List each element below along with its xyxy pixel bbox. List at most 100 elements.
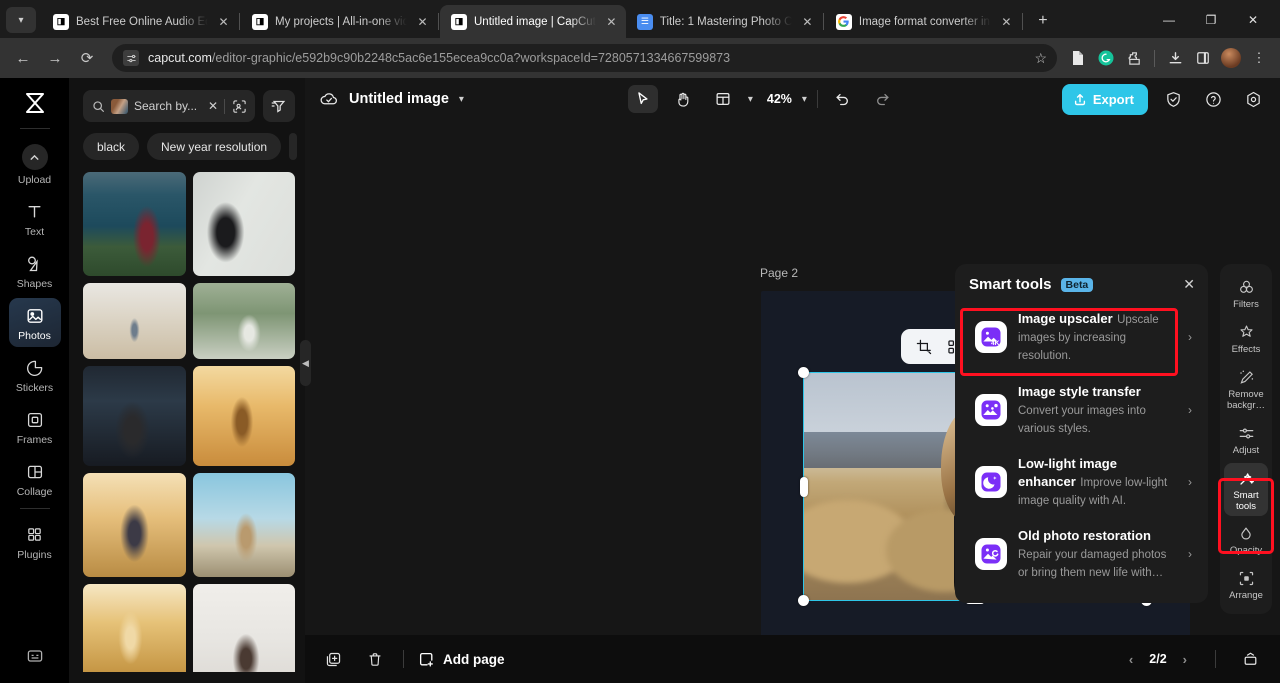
export-button[interactable]: Export [1061, 83, 1149, 115]
list-item[interactable] [192, 584, 295, 672]
chevron-right-icon[interactable]: › [1188, 475, 1192, 489]
close-icon[interactable]: ✕ [799, 13, 816, 30]
panel-collapse-handle[interactable]: ◀ [300, 340, 311, 386]
smart-tool-image-upscaler[interactable]: 4K Image upscaler Upscale images by incr… [969, 301, 1198, 374]
search-input[interactable]: Search by... ✕ [83, 90, 255, 122]
right-rail-item-filters[interactable]: Filters [1224, 272, 1268, 315]
add-page-button[interactable]: Add page [418, 651, 505, 668]
page-icon[interactable] [1065, 45, 1091, 71]
list-item[interactable] [192, 172, 295, 276]
right-rail-item-opacity[interactable]: Opacity [1224, 518, 1268, 561]
avatar[interactable] [1218, 45, 1244, 71]
settings-gear-icon[interactable] [1238, 85, 1268, 113]
extension-puzzle-icon[interactable] [1121, 45, 1147, 71]
list-item[interactable] [83, 172, 186, 276]
right-rail-item-remove-background[interactable]: Remove backgr… [1224, 362, 1268, 416]
duplicate-page-icon[interactable] [319, 645, 347, 673]
shield-check-icon[interactable] [1158, 85, 1188, 113]
close-icon[interactable]: ✕ [1183, 276, 1198, 293]
left-tool-rail: Upload Text Shapes Photos Stickers Frame… [0, 78, 69, 683]
close-icon[interactable]: ✕ [998, 13, 1015, 30]
sidebar-item-collage[interactable]: Collage [9, 454, 61, 503]
layout-tool-button[interactable] [708, 85, 738, 113]
chip-black[interactable]: black [83, 133, 140, 160]
chevron-down-icon[interactable]: ▾ [748, 94, 753, 105]
sidepanel-icon[interactable] [1190, 45, 1216, 71]
close-icon[interactable]: ✕ [414, 13, 431, 30]
remove-background-icon [1238, 368, 1255, 387]
star-icon[interactable]: ☆ [1026, 50, 1047, 67]
smart-tool-image-style-transfer[interactable]: Image style transfer Convert your images… [969, 374, 1198, 446]
kebab-menu-icon[interactable]: ⋮ [1246, 45, 1272, 71]
window-close-button[interactable]: ✕ [1232, 5, 1274, 35]
hand-tool-button[interactable] [668, 85, 698, 113]
reload-icon[interactable]: ⟳ [72, 43, 102, 73]
tab-list-menu-button[interactable]: ▾ [6, 7, 36, 33]
download-icon[interactable] [1162, 45, 1188, 71]
help-question-icon[interactable] [1198, 85, 1228, 113]
chevron-right-icon[interactable]: › [1188, 547, 1192, 561]
browser-tab-2[interactable]: ◨ My projects | All-in-one vide ✕ [241, 5, 437, 38]
window-minimize-button[interactable]: — [1148, 5, 1190, 35]
sidebar-item-frames[interactable]: Frames [9, 402, 61, 451]
sidebar-item-text[interactable]: Text [9, 194, 61, 243]
forward-icon[interactable]: → [40, 43, 70, 73]
browser-tab-1[interactable]: ◨ Best Free Online Audio Edito ✕ [42, 5, 238, 38]
capcut-icon: ◨ [252, 13, 268, 30]
canvas-area[interactable]: Page 2 ⋯ [305, 120, 1280, 635]
sidebar-item-upload[interactable]: Upload [9, 137, 61, 191]
sidebar-item-shapes[interactable]: Shapes [9, 246, 61, 295]
list-item[interactable] [83, 584, 186, 672]
redo-icon[interactable] [868, 85, 898, 113]
pages-panel-icon[interactable] [1236, 645, 1264, 673]
filter-icon[interactable] [263, 90, 295, 122]
tab-title: Image format converter in c [858, 15, 991, 28]
right-rail-item-effects[interactable]: Effects [1224, 317, 1268, 360]
chevron-right-icon[interactable]: › [1188, 403, 1192, 417]
smart-tool-description: Repair your damaged photos or bring them… [1018, 549, 1167, 580]
right-rail-item-arrange[interactable]: Arrange [1224, 563, 1268, 606]
window-maximize-button[interactable]: ❐ [1190, 5, 1232, 35]
page-title[interactable]: Untitled image [349, 91, 449, 107]
url-path: /editor-graphic/e592b9c90b2248c5ac6e155e… [211, 51, 731, 65]
text-icon [26, 201, 43, 222]
grammarly-icon[interactable] [1093, 45, 1119, 71]
prev-page-button[interactable]: ‹ [1129, 652, 1133, 667]
browser-tab-5[interactable]: Image format converter in c ✕ [825, 5, 1021, 38]
trash-icon[interactable] [361, 645, 389, 673]
chevron-down-icon[interactable]: ▾ [459, 94, 464, 105]
undo-icon[interactable] [828, 85, 858, 113]
list-item[interactable] [192, 366, 295, 466]
address-bar[interactable]: capcut.com/editor-graphic/e592b9c90b2248… [112, 44, 1057, 72]
crop-icon[interactable] [910, 333, 937, 360]
list-item[interactable] [83, 366, 186, 466]
browser-tab-3-active[interactable]: ◨ Untitled image | CapCut ✕ [440, 5, 626, 38]
sidebar-item-captions[interactable] [9, 638, 61, 671]
site-settings-icon[interactable] [123, 50, 139, 66]
sidebar-item-plugins[interactable]: Plugins [9, 517, 61, 566]
right-rail-item-smart-tools[interactable]: Smart tools [1224, 462, 1268, 517]
back-icon[interactable]: ← [8, 43, 38, 73]
chevron-down-icon[interactable]: ▾ [802, 94, 807, 105]
right-rail-item-adjust[interactable]: Adjust [1224, 418, 1268, 461]
list-item[interactable] [192, 283, 295, 359]
close-icon[interactable]: ✕ [215, 13, 232, 30]
smart-tool-low-light-image-enhancer[interactable]: Low-light image enhancer Improve low-lig… [969, 446, 1198, 518]
chip-new-year-resolution[interactable]: New year resolution [147, 133, 282, 160]
face-scan-icon[interactable] [231, 99, 248, 114]
smart-tool-old-photo-restoration[interactable]: Old photo restoration Repair your damage… [969, 518, 1198, 590]
new-tab-button[interactable]: + [1030, 8, 1056, 34]
next-page-button[interactable]: › [1183, 652, 1187, 667]
list-item[interactable] [192, 473, 295, 577]
sidebar-item-stickers[interactable]: Stickers [9, 350, 61, 399]
close-icon[interactable]: ✕ [208, 99, 218, 113]
list-item[interactable] [83, 283, 186, 359]
list-item[interactable] [83, 473, 186, 577]
captions-icon [26, 645, 44, 666]
sidebar-item-photos[interactable]: Photos [8, 298, 61, 347]
chevron-right-icon[interactable]: › [1188, 330, 1192, 344]
browser-tab-4[interactable]: ☰ Title: 1 Mastering Photo Cro ✕ [626, 5, 822, 38]
close-icon[interactable]: ✕ [603, 13, 620, 30]
select-tool-button[interactable] [627, 85, 658, 113]
chip-overflow[interactable] [289, 133, 298, 160]
